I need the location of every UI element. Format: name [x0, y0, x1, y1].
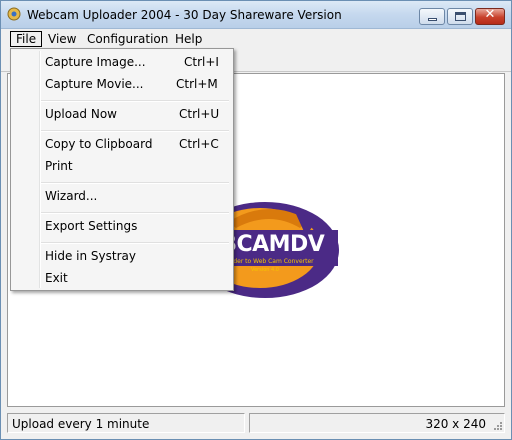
menu-item-shortcut: Ctrl+I — [184, 55, 219, 69]
app-icon — [7, 7, 21, 21]
menu-item-capture-image[interactable]: Capture Image... Ctrl+I — [13, 51, 231, 73]
menu-item-print[interactable]: Print — [13, 155, 231, 177]
menu-item-hide-in-systray[interactable]: Hide in Systray — [13, 245, 231, 267]
menu-item-label: Export Settings — [45, 219, 138, 233]
menu-separator — [41, 130, 229, 132]
minimize-icon — [428, 18, 437, 21]
menu-bar: File View Configuration Help — [1, 29, 511, 49]
menu-item-capture-movie[interactable]: Capture Movie... Ctrl+M — [13, 73, 231, 95]
menu-item-label: Capture Image... — [45, 55, 146, 69]
menu-configuration[interactable]: Configuration — [82, 31, 173, 47]
resize-grip-icon[interactable] — [493, 421, 503, 431]
menu-item-exit[interactable]: Exit — [13, 267, 231, 289]
file-menu-dropdown: Capture Image... Ctrl+I Capture Movie...… — [10, 48, 234, 291]
menu-view[interactable]: View — [43, 31, 81, 47]
menu-separator — [41, 212, 229, 214]
menu-item-wizard[interactable]: Wizard... — [13, 185, 231, 207]
menu-item-shortcut: Ctrl+C — [179, 137, 219, 151]
menu-item-label: Capture Movie... — [45, 77, 144, 91]
minimize-button[interactable] — [419, 8, 445, 25]
menu-item-upload-now[interactable]: Upload Now Ctrl+U — [13, 103, 231, 125]
menu-separator — [41, 100, 229, 102]
menu-item-export-settings[interactable]: Export Settings — [13, 215, 231, 237]
menu-item-label: Print — [45, 159, 73, 173]
status-resolution: 320 x 240 — [425, 417, 486, 431]
menu-separator — [41, 242, 229, 244]
window-title: Webcam Uploader 2004 - 30 Day Shareware … — [27, 8, 342, 22]
maximize-icon — [455, 12, 466, 21]
menu-help[interactable]: Help — [170, 31, 207, 47]
menu-item-shortcut: Ctrl+U — [179, 107, 220, 121]
app-window: Webcam Uploader 2004 - 30 Day Shareware … — [0, 0, 512, 440]
status-upload-interval: Upload every 1 minute — [12, 417, 150, 431]
status-panel-upload: Upload every 1 minute — [7, 413, 245, 433]
status-bar: Upload every 1 minute 320 x 240 — [7, 413, 505, 433]
menu-item-copy-to-clipboard[interactable]: Copy to Clipboard Ctrl+C — [13, 133, 231, 155]
menu-item-shortcut: Ctrl+M — [176, 77, 218, 91]
title-bar[interactable]: Webcam Uploader 2004 - 30 Day Shareware … — [1, 1, 511, 29]
menu-separator — [41, 182, 229, 184]
close-button[interactable]: ✕ — [475, 7, 505, 25]
close-icon: ✕ — [484, 7, 496, 22]
maximize-button[interactable] — [447, 8, 473, 25]
menu-item-label: Upload Now — [45, 107, 117, 121]
menu-item-label: Copy to Clipboard — [45, 137, 153, 151]
menu-file[interactable]: File — [10, 31, 43, 47]
menu-item-label: Wizard... — [45, 189, 98, 203]
menu-item-label: Exit — [45, 271, 68, 285]
status-panel-resolution: 320 x 240 — [249, 413, 505, 433]
menu-item-label: Hide in Systray — [45, 249, 136, 263]
